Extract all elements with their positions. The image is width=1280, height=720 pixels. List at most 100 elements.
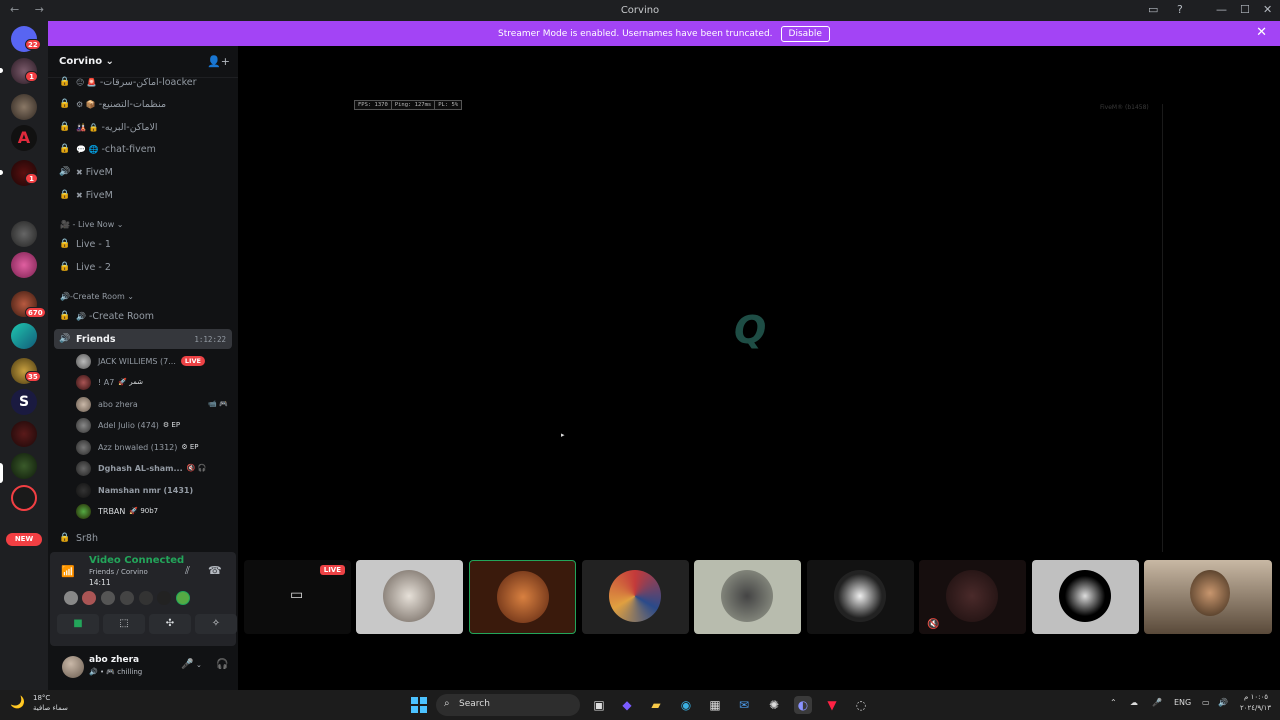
voice-user[interactable]: Adel Julio (474) ⚙ EP (76, 415, 236, 435)
voice-user-name: ! A7 (98, 377, 115, 387)
activity-avatar[interactable] (64, 591, 78, 605)
headphones-icon[interactable]: 🎧 (216, 659, 228, 670)
minimize-button[interactable]: — (1216, 3, 1227, 16)
channel-item[interactable]: 🔒 💬 🌐 -chat-fivem (54, 139, 232, 159)
stream-stage[interactable]: FPS: 1370 Ping: 127ms PL: 5% FiveM® (b14… (238, 46, 1280, 690)
video-tile[interactable] (694, 560, 801, 634)
video-tile[interactable] (1032, 560, 1139, 634)
activity-avatar[interactable] (101, 591, 115, 605)
start-button[interactable] (411, 697, 427, 713)
channel-label: -الاماكن-البريه (101, 121, 158, 133)
voice-user[interactable]: abo zhera 📹 🎮 (76, 394, 236, 414)
activity-avatar[interactable] (157, 591, 171, 605)
video-tile[interactable] (582, 560, 689, 634)
voice-user[interactable]: Namshan nmr (1431) (76, 480, 236, 500)
server-icon[interactable] (11, 453, 37, 479)
close-banner-icon[interactable]: ✕ (1256, 25, 1267, 40)
avatar (497, 571, 549, 623)
webcam-tile[interactable] (1144, 560, 1272, 634)
stream-tile[interactable]: LIVE ▭ (244, 560, 351, 634)
steam-icon[interactable]: ✺ (765, 696, 783, 714)
server-icon[interactable] (11, 221, 37, 247)
tray-app-icon[interactable]: ☁ (1130, 698, 1138, 707)
activity-avatar[interactable] (120, 591, 134, 605)
screen-share-button[interactable]: ⬚ (103, 614, 145, 634)
language-indicator[interactable]: ENG (1174, 698, 1191, 707)
channel-create-room[interactable]: 🔒 🔊 -Create Room (54, 306, 232, 326)
voice-user[interactable]: ! A7 🚀 شمر (76, 372, 236, 392)
channel-item[interactable]: 🔊 ✖ FiveM (54, 162, 232, 182)
mail-icon[interactable]: ✉ (735, 696, 753, 714)
voice-user[interactable]: JACK WILLIEMS (7... LIVE (76, 351, 236, 371)
category-live-now[interactable]: 🎥 - Live Now ⌄ (60, 220, 124, 229)
avatar (609, 570, 661, 622)
server-icon[interactable]: S (11, 389, 37, 415)
category-create-room[interactable]: 🔊-Create Room ⌄ (60, 292, 134, 301)
app-icon[interactable]: ◆ (618, 696, 636, 714)
maximize-button[interactable]: ☐ (1240, 3, 1250, 16)
activity-avatar[interactable] (82, 591, 96, 605)
tray-chevron-icon[interactable]: ⌃ (1110, 698, 1117, 707)
video-tile[interactable] (356, 560, 463, 634)
divider (1162, 104, 1163, 552)
avatar (76, 482, 91, 498)
voice-user[interactable]: Azz bnwaled (1312) ⚙ EP (76, 437, 236, 457)
voice-location[interactable]: Friends / Corvino (89, 568, 148, 576)
signal-icon[interactable]: 📶 (61, 565, 75, 578)
discord-icon[interactable]: ◐ (794, 696, 812, 714)
user-name[interactable]: abo zhera (89, 655, 139, 665)
server-icon[interactable] (11, 94, 37, 120)
channel-label: FiveM (85, 166, 113, 178)
disconnect-icon[interactable]: ☎ (208, 564, 222, 577)
activities-button[interactable]: ✣ (149, 614, 191, 634)
app-icon[interactable]: ◌ (852, 696, 870, 714)
video-tile[interactable] (807, 560, 914, 634)
invite-icon[interactable]: 👤+ (207, 55, 230, 68)
store-icon[interactable]: ▦ (706, 696, 724, 714)
screen-share-icon: ▭ (290, 587, 304, 603)
clock-time[interactable]: ١٠:٠٥ م (1244, 693, 1268, 701)
file-explorer-icon[interactable]: ▰ (647, 696, 665, 714)
brave-icon[interactable]: ▼ (823, 696, 841, 714)
channel-item[interactable]: 🔒 ⚙ 📦 -منظمات-التصنيع (54, 94, 232, 114)
soundboard-button[interactable]: ✧ (195, 614, 237, 634)
server-icon-a[interactable]: A (11, 125, 37, 151)
avatar (76, 439, 91, 455)
voice-user[interactable]: TRBAN 🚀 90b7 (76, 501, 236, 521)
inbox-icon[interactable]: ▭ (1148, 3, 1158, 16)
server-icon-selected[interactable] (11, 485, 37, 511)
chevron-down-icon[interactable]: ⌄ (196, 661, 202, 669)
taskbar-search[interactable]: ⌕ Search (436, 694, 580, 716)
clock-date[interactable]: ٢٠٢٤/٩/١٣ (1240, 704, 1271, 712)
activity-avatar[interactable] (139, 591, 153, 605)
video-tile[interactable]: 🔇 (919, 560, 1026, 634)
disable-streamer-mode-button[interactable]: Disable (780, 25, 830, 42)
channel-item[interactable]: 🔒 ✖ FiveM (54, 185, 232, 205)
edge-icon[interactable]: ◉ (677, 696, 695, 714)
task-view-icon[interactable]: ▣ (590, 696, 608, 714)
channel-live-2[interactable]: 🔒 Live - 2 (54, 257, 232, 277)
voice-user[interactable]: Dghash AL-sham... 🔇 🎧 (76, 458, 236, 478)
channel-sr8h[interactable]: 🔒 Sr8h (54, 528, 232, 548)
microphone-icon[interactable]: 🎤 (181, 659, 193, 670)
server-icon[interactable] (11, 323, 37, 349)
video-tile-speaking[interactable] (469, 560, 576, 634)
channel-item[interactable]: 🔒 🎎 🔒 -الاماكن-البريه (54, 117, 232, 137)
voice-channel-friends[interactable]: 🔊 Friends 1:12:22 (54, 329, 232, 349)
help-icon[interactable]: ? (1177, 3, 1183, 16)
channel-item[interactable]: 🔒 😐 🚨 -اماكن-سرقات-loacker (54, 72, 232, 92)
channel-live-1[interactable]: 🔒 Live - 1 (54, 234, 232, 254)
close-window-button[interactable]: ✕ (1263, 3, 1272, 16)
unread-pip (0, 68, 3, 73)
moon-weather-icon[interactable]: 🌙 (10, 695, 25, 709)
user-avatar[interactable] (62, 656, 84, 678)
server-icon[interactable] (11, 421, 37, 447)
activity-avatar[interactable] (176, 591, 190, 605)
microphone-tray-icon[interactable]: 🎤 (1152, 698, 1162, 707)
noise-suppression-icon[interactable]: ⫽ (185, 564, 190, 578)
camera-button[interactable]: ■ (57, 614, 99, 634)
dm-badge: 22 (25, 39, 41, 50)
network-icon[interactable]: ▭ (1202, 698, 1210, 707)
server-icon[interactable] (11, 252, 37, 278)
volume-icon[interactable]: 🔊 (1218, 698, 1228, 707)
